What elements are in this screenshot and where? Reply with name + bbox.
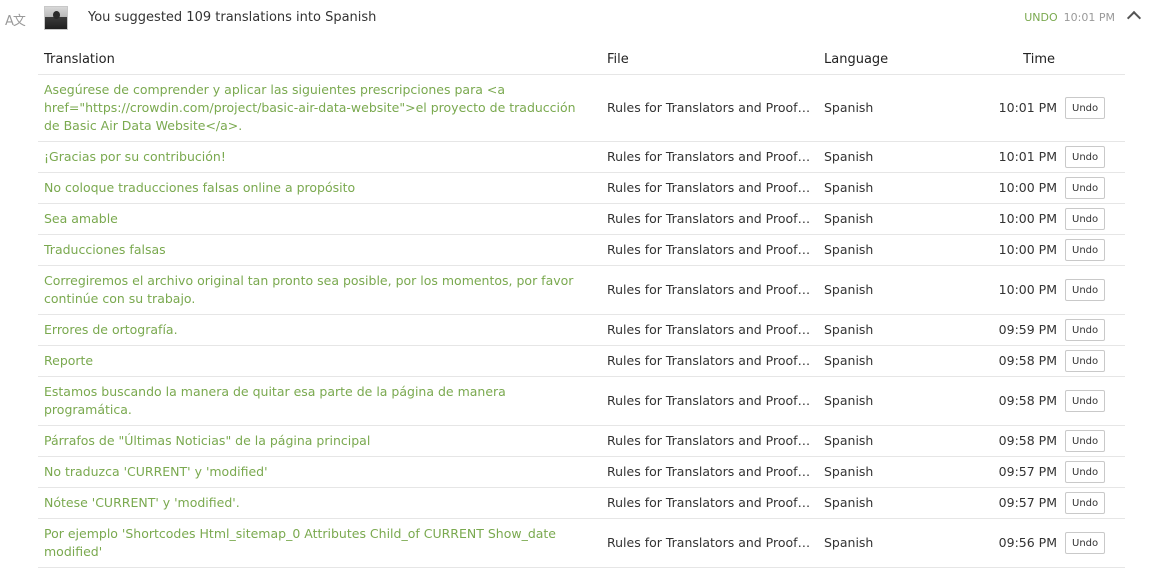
undo-button[interactable]: Undo xyxy=(1065,532,1106,554)
chevron-up-icon[interactable] xyxy=(1127,10,1141,24)
file-name[interactable]: Rules for Translators and Proofreaders xyxy=(601,172,818,204)
file-name[interactable]: Rules for Translators and Proofreaders xyxy=(601,376,818,426)
language-name: Spanish xyxy=(818,265,938,315)
translation-text[interactable]: No traduzca 'CURRENT' y 'modified' xyxy=(38,456,601,488)
undo-button[interactable]: Undo xyxy=(1065,319,1106,341)
avatar xyxy=(44,6,68,30)
row-time: 10:00 PM xyxy=(938,203,1063,235)
row-time: 10:00 PM xyxy=(938,234,1063,266)
row-time: 09:57 PM xyxy=(938,487,1063,519)
undo-button[interactable]: Undo xyxy=(1065,239,1106,261)
table-row: Por ejemplo 'Shortcodes Html_sitemap_0 A… xyxy=(38,518,1125,568)
translation-text[interactable]: Nótese 'CURRENT' y 'modified'. xyxy=(38,487,601,519)
file-name[interactable]: Rules for Translators and Proofreaders xyxy=(601,456,818,488)
row-time: 09:58 PM xyxy=(938,376,1063,426)
file-name[interactable]: Rules for Translators and Proofreaders xyxy=(601,425,818,457)
translations-list: Asegúrese de comprender y aplicar las si… xyxy=(38,74,1125,568)
language-name: Spanish xyxy=(818,487,938,519)
row-time: 09:58 PM xyxy=(938,425,1063,457)
translation-text[interactable]: Errores de ortografía. xyxy=(38,314,601,346)
column-header-time[interactable]: Time xyxy=(938,44,1063,75)
file-name[interactable]: Rules for Translators and Proofreaders xyxy=(601,203,818,235)
undo-button[interactable]: Undo xyxy=(1065,390,1106,412)
table-row: Sea amable Rules for Translators and Pro… xyxy=(38,203,1125,235)
language-name: Spanish xyxy=(818,425,938,457)
undo-button[interactable]: Undo xyxy=(1065,97,1106,119)
file-name[interactable]: Rules for Translators and Proofreaders xyxy=(601,234,818,266)
row-time: 09:56 PM xyxy=(938,518,1063,568)
undo-button[interactable]: Undo xyxy=(1065,279,1106,301)
column-header-translation[interactable]: Translation xyxy=(38,44,601,75)
file-name[interactable]: Rules for Translators and Proofreaders xyxy=(601,265,818,315)
translation-text[interactable]: Traducciones falsas xyxy=(38,234,601,266)
table-row: No traduzca 'CURRENT' y 'modified' Rules… xyxy=(38,456,1125,488)
translate-icon: A文 xyxy=(5,14,26,29)
language-name: Spanish xyxy=(818,518,938,568)
file-name[interactable]: Rules for Translators and Proofreaders xyxy=(601,518,818,568)
undo-button[interactable]: Undo xyxy=(1065,208,1106,230)
column-header-language[interactable]: Language xyxy=(818,44,938,75)
file-name[interactable]: Rules for Translators and Proofreaders xyxy=(601,74,818,142)
undo-button[interactable]: Undo xyxy=(1065,350,1106,372)
table-row: Asegúrese de comprender y aplicar las si… xyxy=(38,74,1125,142)
language-name: Spanish xyxy=(818,456,938,488)
language-name: Spanish xyxy=(818,141,938,173)
table-header-row: Translation File Language Time xyxy=(38,44,1125,75)
undo-button[interactable]: Undo xyxy=(1065,492,1106,514)
table-row: ¡Gracias por su contribución! Rules for … xyxy=(38,141,1125,173)
column-header-file[interactable]: File xyxy=(601,44,818,75)
table-row: Párrafos de "Últimas Noticias" de la pág… xyxy=(38,425,1125,457)
file-name[interactable]: Rules for Translators and Proofreaders xyxy=(601,487,818,519)
language-name: Spanish xyxy=(818,172,938,204)
file-name[interactable]: Rules for Translators and Proofreaders xyxy=(601,314,818,346)
row-time: 09:58 PM xyxy=(938,345,1063,377)
table-row: Nótese 'CURRENT' y 'modified'. Rules for… xyxy=(38,487,1125,519)
column-header-action xyxy=(1063,44,1125,75)
translation-text[interactable]: No coloque traducciones falsas online a … xyxy=(38,172,601,204)
translation-text[interactable]: Corregiremos el archivo original tan pro… xyxy=(38,265,601,315)
language-name: Spanish xyxy=(818,376,938,426)
undo-button[interactable]: Undo xyxy=(1065,177,1106,199)
undo-button[interactable]: Undo xyxy=(1065,430,1106,452)
translation-text[interactable]: Reporte xyxy=(38,345,601,377)
row-time: 09:57 PM xyxy=(938,456,1063,488)
activity-time: 10:01 PM xyxy=(1063,10,1115,24)
header-actions: UNDO 10:01 PM xyxy=(1024,10,1141,24)
table-row: No coloque traducciones falsas online a … xyxy=(38,172,1125,204)
translations-table: Translation File Language Time Asegúrese… xyxy=(38,44,1125,568)
row-time: 10:00 PM xyxy=(938,172,1063,204)
language-name: Spanish xyxy=(818,203,938,235)
undo-button[interactable]: Undo xyxy=(1065,461,1106,483)
activity-summary: You suggested 109 translations into Span… xyxy=(88,10,377,25)
translation-text[interactable]: Sea amable xyxy=(38,203,601,235)
row-time: 10:00 PM xyxy=(938,265,1063,315)
translation-text[interactable]: Asegúrese de comprender y aplicar las si… xyxy=(38,74,601,142)
translation-text[interactable]: Estamos buscando la manera de quitar esa… xyxy=(38,376,601,426)
row-time: 10:01 PM xyxy=(938,141,1063,173)
table-row: Corregiremos el archivo original tan pro… xyxy=(38,265,1125,315)
translation-text[interactable]: Párrafos de "Últimas Noticias" de la pág… xyxy=(38,425,601,457)
row-time: 10:01 PM xyxy=(938,74,1063,142)
undo-all-link[interactable]: UNDO xyxy=(1024,11,1057,24)
language-name: Spanish xyxy=(818,74,938,142)
language-name: Spanish xyxy=(818,314,938,346)
language-name: Spanish xyxy=(818,345,938,377)
table-row: Traducciones falsas Rules for Translator… xyxy=(38,234,1125,266)
translation-text[interactable]: Por ejemplo 'Shortcodes Html_sitemap_0 A… xyxy=(38,518,601,568)
undo-button[interactable]: Undo xyxy=(1065,146,1106,168)
table-row: Errores de ortografía. Rules for Transla… xyxy=(38,314,1125,346)
file-name[interactable]: Rules for Translators and Proofreaders xyxy=(601,141,818,173)
file-name[interactable]: Rules for Translators and Proofreaders xyxy=(601,345,818,377)
language-name: Spanish xyxy=(818,234,938,266)
row-time: 09:59 PM xyxy=(938,314,1063,346)
table-row: Reporte Rules for Translators and Proofr… xyxy=(38,345,1125,377)
translation-text[interactable]: ¡Gracias por su contribución! xyxy=(38,141,601,173)
table-row: Estamos buscando la manera de quitar esa… xyxy=(38,376,1125,426)
